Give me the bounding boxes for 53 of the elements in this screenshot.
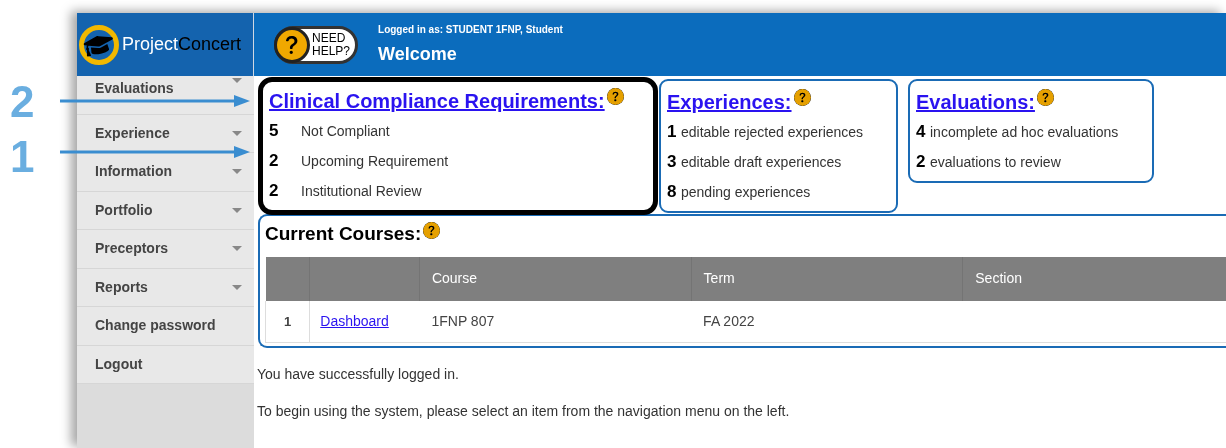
- summary-label: Upcoming Requirement: [301, 151, 449, 171]
- caret-icon: [232, 246, 242, 252]
- sidebar-item[interactable]: Preceptors: [77, 230, 254, 269]
- section-title-link[interactable]: Experiences:: [667, 87, 792, 117]
- table-header-cell: Course: [419, 256, 692, 301]
- table-header-cell: Section: [962, 256, 1226, 301]
- help-icon[interactable]: [423, 222, 441, 239]
- caret-icon: [232, 207, 242, 213]
- help-icon[interactable]: [1036, 89, 1054, 106]
- annotation-number: 2: [10, 80, 35, 124]
- caret-icon: [232, 284, 242, 290]
- courses-title: Current Courses:: [265, 222, 422, 246]
- caret-icon: [232, 130, 242, 136]
- need-help-button[interactable]: NEED HELP?: [274, 25, 359, 64]
- table-cell: 1FNP 807: [419, 300, 692, 343]
- table-cell: FA 2022: [691, 300, 963, 343]
- section-title-link[interactable]: Evaluations:: [916, 87, 1035, 117]
- question-icon: [274, 26, 310, 63]
- logo-text: ProjectConcert: [122, 33, 242, 56]
- summary-label: editable rejected experiences: [681, 122, 864, 142]
- page-title: Welcome: [378, 42, 458, 66]
- status-message: To begin using the system, please select an item from the navigation menu on the left.: [257, 402, 791, 421]
- table-cell: 1: [265, 300, 310, 343]
- sidebar-item[interactable]: Information: [77, 153, 254, 192]
- count-value: 2: [269, 180, 280, 203]
- help-icon[interactable]: [793, 89, 811, 106]
- count-value: 2: [269, 150, 280, 173]
- sidebar-item[interactable]: Logout: [77, 345, 254, 384]
- count-value: 3: [667, 151, 678, 174]
- logged-in-text: Logged in as: STUDENT 1FNP, Student: [378, 22, 563, 37]
- summary-label: Not Compliant: [301, 121, 390, 141]
- count-value: 5: [269, 120, 280, 143]
- caret-icon: [232, 169, 242, 175]
- help-icon[interactable]: [606, 88, 624, 105]
- summary-label: evaluations to review: [930, 152, 1061, 172]
- summary-label: pending experiences: [681, 182, 811, 202]
- sidebar-item[interactable]: Change password: [77, 307, 254, 346]
- status-message: You have successfully logged in.: [257, 365, 460, 384]
- annotation-number: 1: [10, 135, 35, 179]
- summary-label: Institutional Review: [301, 181, 422, 201]
- count-value: 1: [667, 121, 678, 144]
- count-value: 8: [667, 181, 678, 204]
- caret-icon: [232, 78, 242, 83]
- section-title-link[interactable]: Clinical Compliance Requirements:: [269, 86, 605, 116]
- dashboard-link[interactable]: Dashboard: [320, 312, 389, 329]
- count-value: 4: [916, 121, 927, 144]
- sidebar-item[interactable]: Reports: [77, 268, 254, 307]
- table-header-cell: Term: [691, 256, 963, 301]
- count-value: 2: [916, 151, 927, 174]
- summary-label: incomplete ad hoc evaluations: [930, 122, 1119, 142]
- graduation-cap-icon: [79, 24, 119, 65]
- sidebar-item[interactable]: Portfolio: [77, 191, 254, 230]
- summary-label: editable draft experiences: [681, 152, 842, 172]
